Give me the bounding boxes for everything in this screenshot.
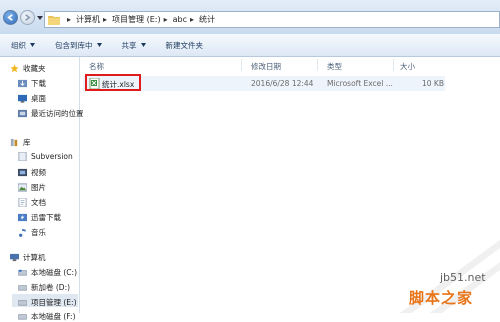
column-header-type[interactable]: 类型: [327, 61, 342, 72]
new-folder-label: 新建文件夹: [165, 40, 204, 50]
documents-icon: [18, 198, 27, 207]
nav-item-label: 项目管理 (E:): [31, 298, 77, 307]
recent-places-icon: [18, 109, 27, 118]
file-modified: 2016/6/28 12:44: [251, 79, 314, 88]
nav-computer[interactable]: 计算机: [10, 252, 46, 263]
share-label: 共享: [121, 40, 137, 50]
pictures-icon: [18, 183, 27, 192]
share-menu-button[interactable]: 共享: [122, 40, 146, 51]
nav-item-label: 视频: [31, 168, 46, 177]
column-divider[interactable]: [241, 59, 242, 71]
nav-computer-label: 计算机: [23, 253, 46, 262]
library-icon: [10, 138, 18, 147]
nav-favorites[interactable]: 收藏夹: [10, 63, 46, 74]
new-folder-button[interactable]: 新建文件夹: [166, 40, 204, 51]
nav-item-desktop[interactable]: 桌面: [18, 93, 46, 104]
hard-drive-icon: [18, 269, 27, 276]
nav-item-downloads[interactable]: 下载: [18, 78, 46, 89]
nav-item-label: 最近访问的位置: [31, 109, 84, 118]
hard-drive-icon: [18, 300, 27, 306]
nav-item-music[interactable]: 音乐: [18, 227, 46, 238]
nav-item-drive-e[interactable]: 项目管理 (E:): [18, 297, 77, 308]
forward-button[interactable]: [20, 10, 35, 25]
nav-item-label: 新加卷 (D:): [31, 283, 71, 292]
chevron-down-icon: [30, 43, 35, 47]
command-toolbar: 组织 包含到库中 共享 新建文件夹: [0, 34, 500, 57]
organize-label: 组织: [11, 40, 26, 50]
navigation-pane: 收藏夹 下载 桌面 最近访问的位置 库 Subversion 视频 图片 文档 …: [0, 57, 84, 321]
nav-item-subversion[interactable]: Subversion: [18, 152, 73, 161]
chevron-down-icon: [96, 43, 102, 47]
watermark-host: jb51.net: [440, 271, 486, 284]
video-icon: [18, 168, 27, 177]
folder-icon: [48, 15, 60, 25]
nav-item-thunder-downloads[interactable]: 迅雷下载: [18, 212, 61, 223]
nav-item-pictures[interactable]: 图片: [18, 182, 46, 193]
breadcrumb-drive[interactable]: 项目管理 (E:): [112, 14, 161, 25]
nav-item-recent-places[interactable]: 最近访问的位置: [18, 108, 84, 119]
include-in-library-label: 包含到库中: [55, 40, 93, 50]
file-type: Microsoft Excel ...: [327, 79, 393, 88]
breadcrumb-chevron-icon[interactable]: ▸: [67, 15, 71, 24]
column-divider[interactable]: [393, 59, 394, 71]
nav-item-drive-d[interactable]: 新加卷 (D:): [18, 282, 70, 293]
address-box[interactable]: ▸ 计算机 ▸ 项目管理 (E:) ▸ abc ▸ 统计: [44, 11, 500, 28]
hard-drive-icon: [18, 285, 27, 291]
address-bar-region: ▸ 计算机 ▸ 项目管理 (E:) ▸ abc ▸ 统计: [0, 0, 500, 34]
nav-item-label: 文档: [31, 198, 46, 207]
nav-item-label: 下载: [31, 79, 46, 88]
breadcrumb-chevron-icon[interactable]: ▸: [103, 15, 107, 24]
recent-pages-chevron-down-icon[interactable]: [37, 15, 43, 21]
breadcrumb-current[interactable]: 统计: [199, 14, 215, 25]
nav-libraries-label: 库: [23, 138, 31, 147]
nav-item-drive-c[interactable]: 本地磁盘 (C:): [18, 267, 77, 278]
include-in-library-menu-button[interactable]: 包含到库中: [55, 40, 102, 51]
nav-item-label: 迅雷下载: [31, 213, 61, 222]
hard-drive-icon: [18, 314, 27, 320]
chevron-down-icon: [140, 43, 146, 47]
column-divider[interactable]: [317, 59, 318, 71]
file-size: 10 KB: [422, 79, 444, 88]
document-library-icon: [18, 152, 27, 161]
nav-item-label: 音乐: [31, 228, 46, 237]
file-highlight-box: [85, 74, 141, 91]
arrow-right-icon: [25, 14, 31, 21]
nav-libraries[interactable]: 库: [10, 137, 31, 148]
nav-item-label: Subversion: [31, 152, 73, 161]
music-note-icon: [19, 228, 26, 237]
arrow-left-icon: [7, 14, 13, 21]
organize-menu-button[interactable]: 组织: [11, 40, 35, 51]
downloads-folder-icon: [18, 79, 27, 88]
column-header-modified[interactable]: 修改日期: [251, 61, 281, 72]
breadcrumb-computer[interactable]: 计算机: [76, 14, 100, 25]
nav-item-label: 桌面: [31, 94, 46, 103]
nav-favorites-label: 收藏夹: [23, 64, 46, 73]
nav-item-label: 本地磁盘 (C:): [31, 268, 77, 277]
column-header-name[interactable]: 名称: [89, 61, 104, 72]
column-header-size[interactable]: 大小: [400, 61, 415, 72]
breadcrumb-folder[interactable]: abc: [173, 15, 187, 24]
nav-item-documents[interactable]: 文档: [18, 197, 46, 208]
nav-item-videos[interactable]: 视频: [18, 167, 46, 178]
computer-icon: [10, 253, 19, 262]
watermark-brand: 脚本之家: [409, 289, 474, 307]
back-button[interactable]: [3, 10, 18, 25]
breadcrumb-chevron-icon[interactable]: ▸: [164, 15, 168, 24]
thunder-download-icon: [18, 213, 27, 222]
desktop-icon: [18, 94, 27, 103]
star-icon: [10, 64, 19, 73]
breadcrumb-chevron-icon[interactable]: ▸: [190, 15, 194, 24]
nav-item-label: 图片: [31, 183, 46, 192]
